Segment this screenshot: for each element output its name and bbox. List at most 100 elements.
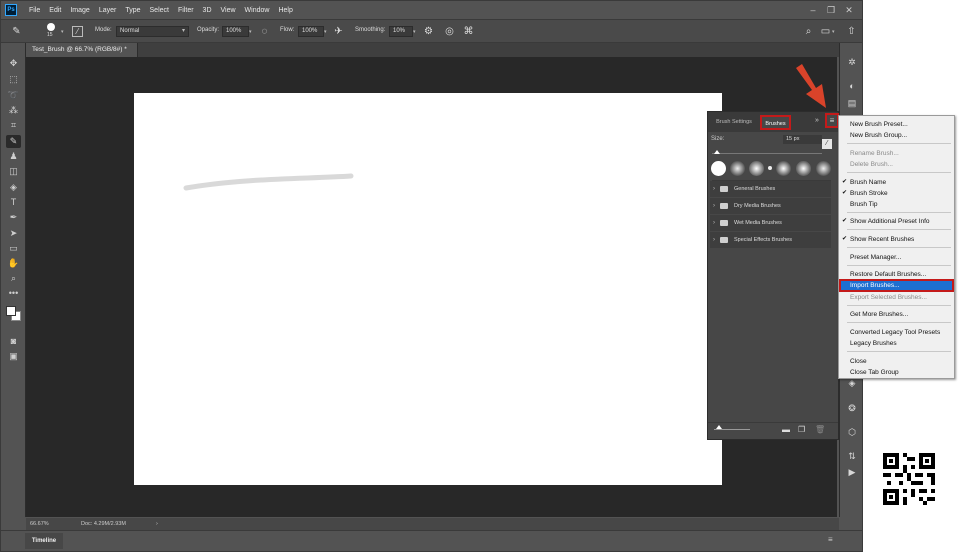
- eraser-tool-icon[interactable]: ◫: [6, 165, 21, 178]
- preview-size-slider[interactable]: [714, 429, 750, 430]
- menu-item-close-tab-group[interactable]: Close Tab Group: [839, 367, 954, 378]
- navigator-icon[interactable]: ✲: [845, 55, 859, 69]
- brush-tip[interactable]: [768, 166, 772, 170]
- menu-item-brush-tip[interactable]: Brush Tip: [839, 199, 954, 210]
- tab-brush-settings[interactable]: Brush Settings: [710, 115, 758, 130]
- gear-icon[interactable]: ⚙: [422, 25, 435, 38]
- brush-panel-toggle-icon[interactable]: ⁄: [72, 26, 83, 37]
- menu-item-new-brush-preset[interactable]: New Brush Preset...: [839, 119, 954, 130]
- search-icon[interactable]: ⌕: [802, 25, 815, 38]
- status-menu-arrow[interactable]: ›: [156, 518, 158, 530]
- minimize-icon[interactable]: –: [807, 4, 819, 16]
- hand-tool-icon[interactable]: ✋: [6, 257, 21, 270]
- brush-tool-preset-icon[interactable]: ✎: [10, 25, 23, 38]
- menu-image[interactable]: Image: [70, 7, 89, 14]
- brush-tip[interactable]: [749, 161, 764, 176]
- rectangle-tool-icon[interactable]: ▭: [6, 242, 21, 255]
- menu-item-new-brush-group[interactable]: New Brush Group...: [839, 130, 954, 141]
- new-brush-icon[interactable]: ⁄: [822, 139, 832, 149]
- preview-size-handle[interactable]: [716, 425, 722, 429]
- actions-icon[interactable]: ⇅: [845, 449, 859, 463]
- airbrush-icon[interactable]: ✈: [332, 25, 345, 38]
- flow-field[interactable]: 100%: [298, 26, 324, 37]
- menu-item-import-brushes[interactable]: Import Brushes...: [839, 279, 954, 292]
- brush-preset-picker[interactable]: 15: [45, 23, 58, 38]
- share-icon[interactable]: ⇧: [845, 25, 858, 38]
- brush-group-special-effects[interactable]: › Special Effects Brushes: [710, 232, 831, 248]
- quick-mask-icon[interactable]: ◙: [6, 335, 21, 348]
- pressure-opacity-icon[interactable]: ◌: [258, 25, 271, 38]
- clone-stamp-tool-icon[interactable]: ♟: [6, 150, 21, 163]
- menu-window[interactable]: Window: [245, 7, 270, 14]
- smoothing-field[interactable]: 10%: [389, 26, 413, 37]
- size-field[interactable]: 15 px: [783, 135, 822, 144]
- tab-timeline[interactable]: Timeline: [25, 533, 63, 549]
- brush-group-wet-media[interactable]: › Wet Media Brushes: [710, 215, 831, 231]
- workspace-icon[interactable]: ▭: [819, 25, 832, 38]
- screen-mode-icon[interactable]: ▣: [6, 350, 21, 363]
- color-swatches[interactable]: [5, 305, 23, 323]
- 3d-icon[interactable]: ⬡: [845, 425, 859, 439]
- menu-item-get-more-brushes[interactable]: Get More Brushes...: [839, 309, 954, 320]
- menu-file[interactable]: File: [29, 7, 40, 14]
- new-group-icon[interactable]: ▬: [782, 425, 790, 434]
- size-slider-track[interactable]: [712, 153, 822, 154]
- menu-item-brush-stroke[interactable]: ✔ Brush Stroke: [839, 188, 954, 199]
- mode-select[interactable]: Normal ▾: [116, 26, 189, 37]
- move-tool-icon[interactable]: ✥: [6, 57, 21, 70]
- brush-tip[interactable]: [711, 161, 726, 176]
- pen-tool-icon[interactable]: ✒: [6, 211, 21, 224]
- type-tool-icon[interactable]: T: [6, 196, 21, 209]
- menu-3d[interactable]: 3D: [203, 7, 212, 14]
- pressure-size-icon[interactable]: ◎: [443, 25, 456, 38]
- brush-tool-icon[interactable]: ✎: [6, 135, 21, 148]
- crop-tool-icon[interactable]: ⌗: [6, 119, 21, 132]
- brush-tip[interactable]: [776, 161, 791, 176]
- swatches-icon[interactable]: ▤: [845, 96, 859, 110]
- trash-icon[interactable]: 🗑: [815, 425, 825, 434]
- brush-tip[interactable]: [796, 161, 811, 176]
- path-selection-tool-icon[interactable]: ➤: [6, 227, 21, 240]
- menu-view[interactable]: View: [221, 7, 236, 14]
- collapse-icon[interactable]: »: [815, 117, 819, 124]
- chevron-down-icon[interactable]: ▾: [61, 29, 64, 35]
- zoom-readout[interactable]: 66.67%: [30, 518, 49, 530]
- menu-item-show-additional-preset-info[interactable]: ✔ Show Additional Preset Info: [839, 216, 954, 227]
- brush-group-dry-media[interactable]: › Dry Media Brushes: [710, 198, 831, 214]
- marquee-tool-icon[interactable]: ⬚: [6, 73, 21, 86]
- chevron-down-icon[interactable]: ▾: [413, 29, 416, 35]
- tab-brushes[interactable]: Brushes: [760, 115, 791, 130]
- zoom-tool-icon[interactable]: ⌕: [6, 272, 21, 285]
- menu-help[interactable]: Help: [278, 7, 292, 14]
- size-slider-handle[interactable]: [714, 150, 720, 154]
- document-tab[interactable]: Test_Brush @ 66.7% (RGB/8#) *: [26, 43, 138, 57]
- maximize-icon[interactable]: ❐: [825, 4, 837, 16]
- menu-item-close[interactable]: Close: [839, 356, 954, 367]
- paint-bucket-tool-icon[interactable]: ◈: [6, 181, 21, 194]
- menu-type[interactable]: Type: [125, 7, 140, 14]
- new-brush-icon[interactable]: ❐: [798, 425, 805, 434]
- menu-item-preset-manager[interactable]: Preset Manager...: [839, 252, 954, 263]
- brush-tip[interactable]: [730, 161, 745, 176]
- chevron-down-icon[interactable]: ▾: [249, 29, 252, 35]
- symmetry-icon[interactable]: ⌘: [462, 25, 475, 38]
- channels-icon[interactable]: ❂: [845, 401, 859, 415]
- brush-group-general[interactable]: › General Brushes: [710, 181, 831, 197]
- panel-menu-icon[interactable]: ≡: [828, 535, 833, 544]
- opacity-field[interactable]: 100%: [222, 26, 249, 37]
- more-tools-icon[interactable]: •••: [6, 287, 21, 300]
- chevron-down-icon[interactable]: ▾: [324, 29, 327, 35]
- menu-item-show-recent-brushes[interactable]: ✔ Show Recent Brushes: [839, 234, 954, 245]
- brush-tip[interactable]: [816, 161, 831, 176]
- close-icon[interactable]: ✕: [843, 4, 855, 16]
- menu-edit[interactable]: Edit: [49, 7, 61, 14]
- menu-select[interactable]: Select: [150, 7, 169, 14]
- chevron-down-icon[interactable]: ▾: [832, 29, 835, 35]
- magic-wand-tool-icon[interactable]: ⁂: [6, 104, 21, 117]
- lasso-tool-icon[interactable]: ➰: [6, 89, 21, 102]
- play-icon[interactable]: ▶: [845, 465, 859, 479]
- menu-layer[interactable]: Layer: [99, 7, 117, 14]
- color-icon[interactable]: ◐: [845, 79, 859, 93]
- menu-filter[interactable]: Filter: [178, 7, 194, 14]
- document-canvas[interactable]: [134, 93, 722, 485]
